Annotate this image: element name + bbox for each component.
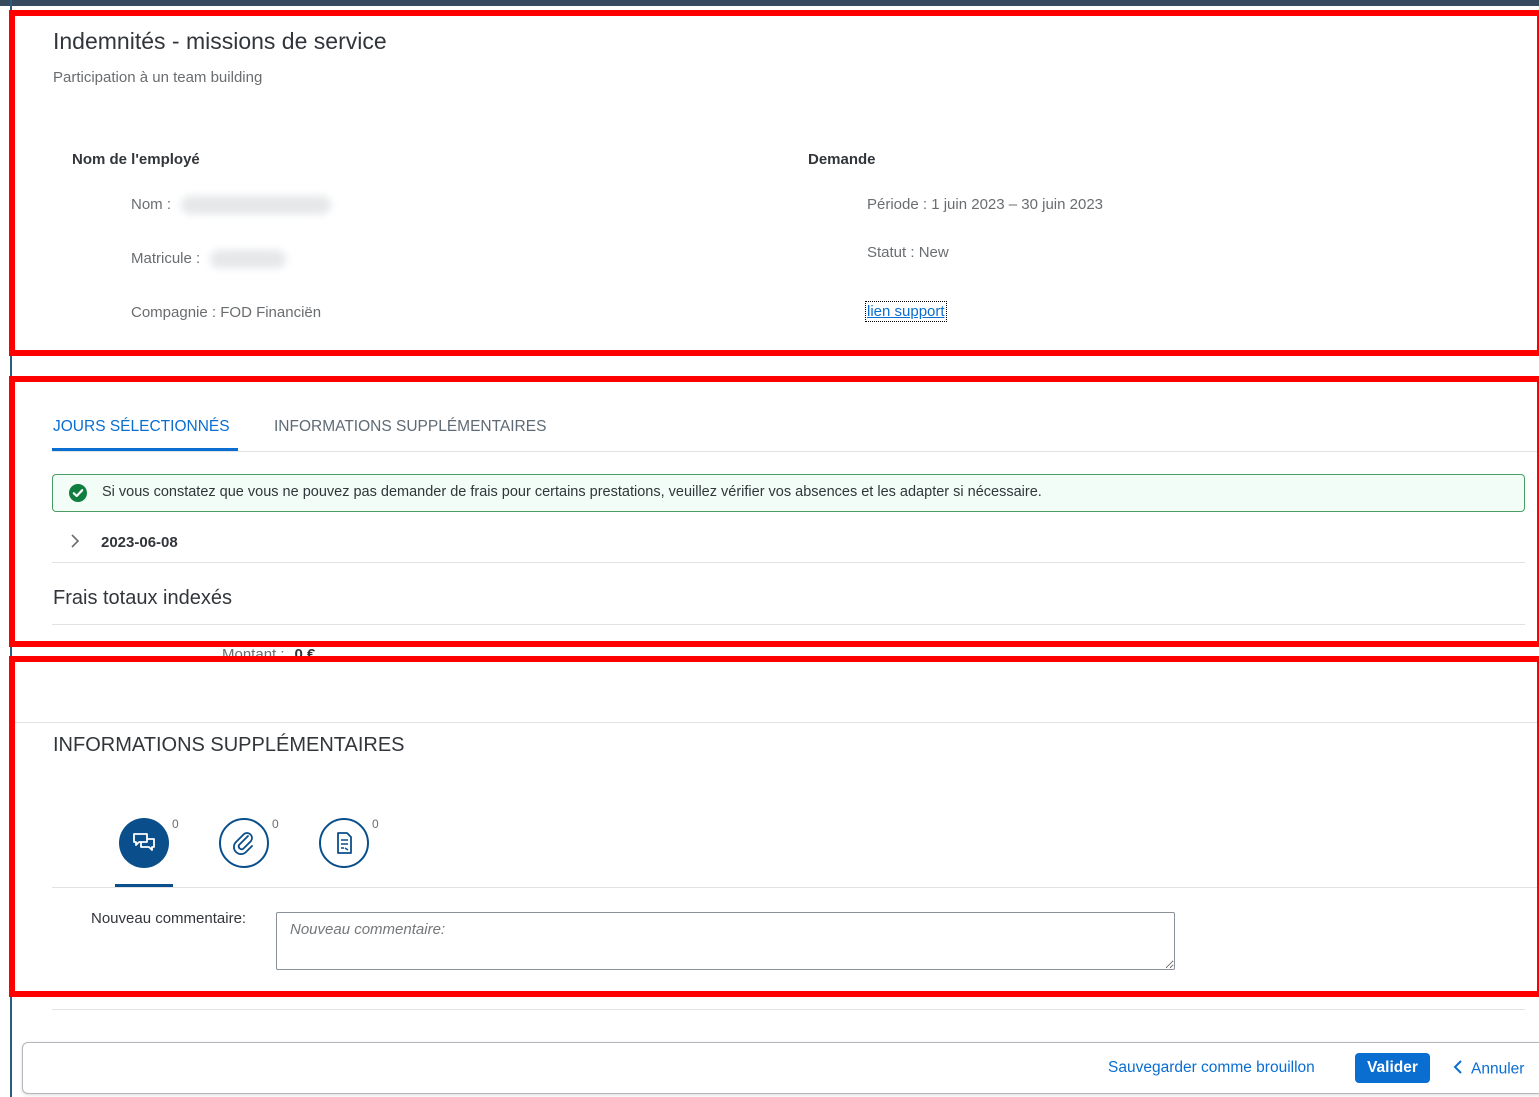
totals-heading: Frais totaux indexés: [53, 587, 232, 609]
support-link[interactable]: lien support: [865, 301, 947, 322]
employee-matricule-label: Matricule :: [131, 250, 201, 267]
cancel-button[interactable]: Annuler: [1453, 1059, 1524, 1080]
submit-button[interactable]: Valider: [1355, 1053, 1430, 1083]
tabs-divider: [52, 451, 1539, 452]
info-message-strip: Si vous constatez que vous ne pouvez pas…: [52, 474, 1525, 512]
attachment-icon[interactable]: [219, 818, 269, 868]
chevron-right-icon[interactable]: [68, 531, 82, 556]
request-status: Statut : New: [867, 244, 949, 261]
additional-info-heading: INFORMATIONS SUPPLÉMENTAIRES: [53, 734, 405, 756]
employee-heading: Nom de l'employé: [72, 151, 200, 168]
day-divider: [52, 562, 1525, 563]
comments-count: 0: [172, 817, 179, 831]
footer-toolbar: Sauvegarder comme brouillon Valider Annu…: [22, 1042, 1539, 1094]
success-check-icon: [69, 484, 87, 502]
day-item-date[interactable]: 2023-06-08: [101, 534, 178, 551]
bottom-divider: [52, 1009, 1525, 1010]
request-heading: Demande: [808, 151, 876, 168]
chevron-left-icon: [1453, 1059, 1463, 1080]
employee-company-label: Compagnie :: [131, 304, 217, 321]
save-draft-button[interactable]: Sauvegarder comme brouillon: [1108, 1059, 1315, 1077]
request-period: Période : 1 juin 2023 – 30 juin 2023: [867, 196, 1104, 213]
employee-matricule-redacted: [210, 250, 287, 269]
employee-name-row: Nom :: [131, 196, 332, 215]
tab-informations-supplementaires[interactable]: INFORMATIONS SUPPLÉMENTAIRES: [274, 418, 546, 436]
employee-matricule-row: Matricule :: [131, 250, 287, 269]
form-document-icon[interactable]: [319, 818, 369, 868]
employee-name-redacted: [181, 196, 332, 215]
attachment-count: 0: [272, 817, 279, 831]
section-divider: [12, 722, 1539, 723]
page-title: Indemnités - missions de service: [53, 28, 387, 54]
employee-company-row: Compagnie : FOD Financiën: [131, 304, 321, 321]
top-shell-bar: [0, 0, 1539, 6]
amount-row: Montant : 0 €: [222, 646, 315, 663]
amount-value: 0 €: [294, 646, 316, 663]
comments-icon[interactable]: [119, 818, 169, 868]
tab-jours-selectionnes[interactable]: JOURS SÉLECTIONNÉS: [53, 418, 230, 436]
comment-label: Nouveau commentaire:: [91, 910, 247, 927]
form-document-count: 0: [372, 817, 379, 831]
message-text: Si vous constatez que vous ne pouvez pas…: [102, 484, 1042, 500]
amount-label: Montant :: [222, 646, 285, 663]
totals-divider: [52, 624, 1525, 625]
page-subtitle: Participation à un team building: [53, 69, 263, 86]
left-edge-line: [10, 0, 12, 1097]
employee-name-label: Nom :: [131, 196, 172, 213]
comment-textarea[interactable]: [276, 912, 1175, 970]
employee-company-value: FOD Financiën: [220, 304, 322, 321]
cancel-label: Annuler: [1471, 1060, 1525, 1078]
icon-tabs-divider: [52, 887, 1539, 888]
